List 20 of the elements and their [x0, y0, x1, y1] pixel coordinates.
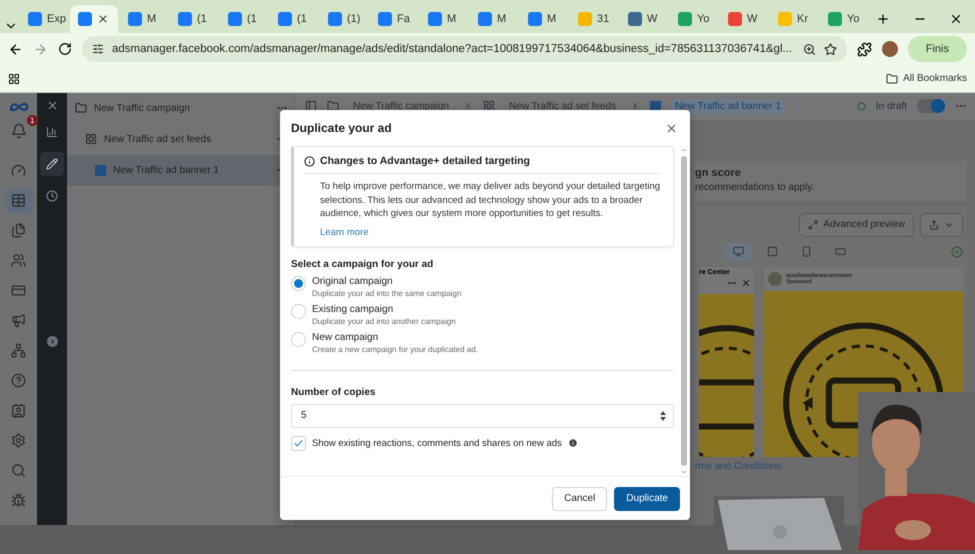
option-description: Create a new campaign for your duplicated ad.	[312, 344, 478, 354]
dialog-title: Duplicate your ad	[291, 121, 392, 135]
option-description: Duplicate your ad into the same campaign	[312, 288, 462, 298]
copies-label: Number of copies	[291, 386, 376, 398]
tree-item-label: New Traffic campaign	[94, 102, 190, 114]
option-description: Duplicate your ad into another campaign	[312, 316, 456, 326]
url-text: adsmanager.facebook.com/adsmanager/manage/ads/edit/standalone?act=1008199717534064&business_id=785631137036741&gl...	[112, 43, 794, 56]
option-label: Original campaign	[312, 276, 394, 286]
notification-badge: 1	[27, 114, 38, 126]
status-text: In draft	[876, 100, 907, 112]
score-title: gn score	[695, 166, 742, 179]
campaign-label: Select a campaign for your ad	[291, 258, 434, 270]
notice-text: To help improve performance, we may deliver ads beyond your detailed targeting selections. This lets our advanced ad technology show your ads to a broader audience, which gives our system more opportunities to get results.	[304, 173, 661, 220]
tree-item-label: New Traffic ad banner 1	[113, 164, 219, 176]
checkbox-label: Show existing reactions, comments and shares on new ads	[312, 438, 562, 448]
option-label: New campaign	[312, 332, 380, 342]
notice-title: Changes to Advantage+ detailed targeting	[320, 155, 530, 167]
option-label: Existing campaign	[312, 304, 394, 314]
score-subtitle: recommendations to apply.	[695, 182, 816, 193]
tree-item-label: New Traffic ad set feeds	[104, 134, 212, 145]
